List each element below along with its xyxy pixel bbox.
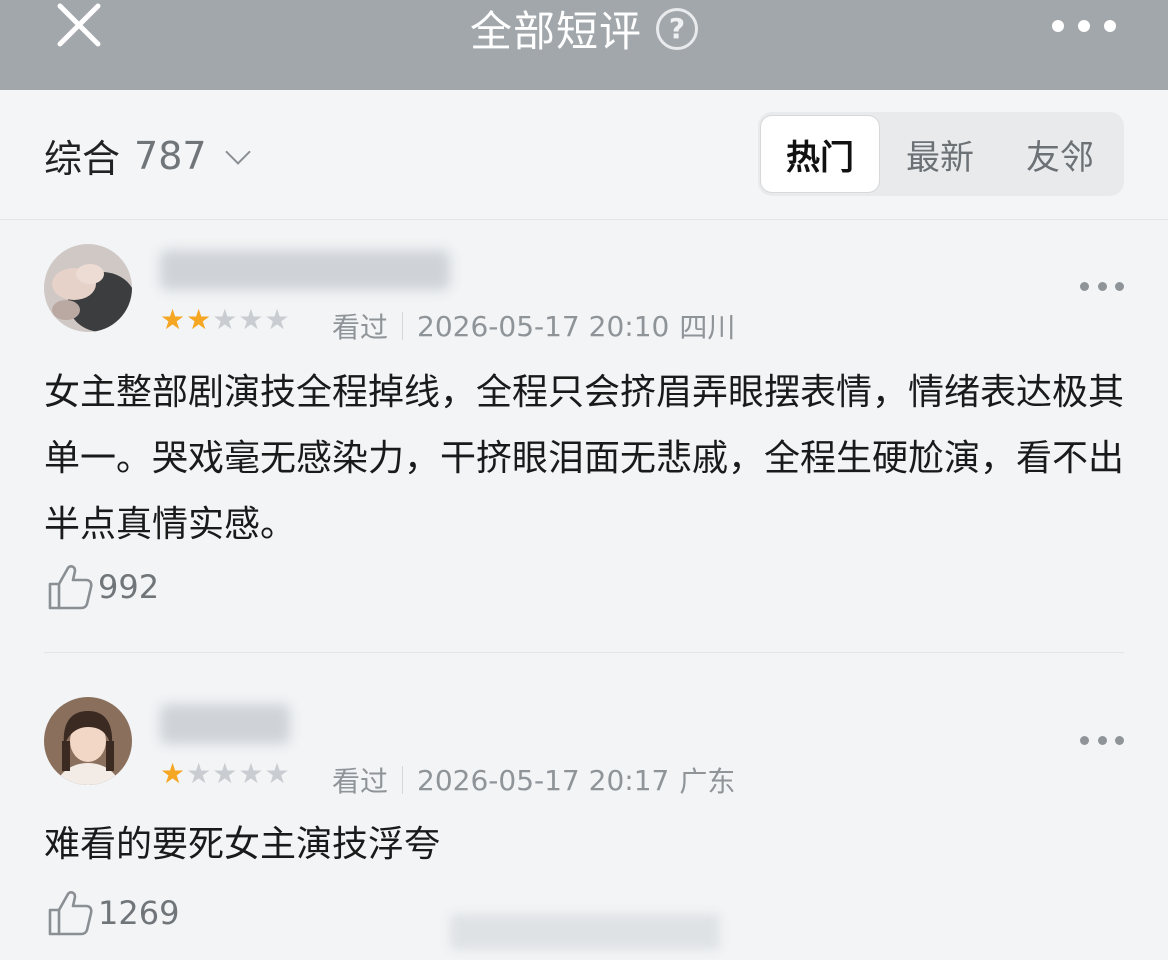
title-group: 全部短评 ?: [0, 0, 1168, 56]
review-location: 四川: [679, 311, 736, 344]
thumbs-up-icon: [48, 565, 93, 610]
more-dot: [1097, 735, 1107, 745]
star-icon: ★: [160, 303, 186, 336]
top-bar: 全部短评 ?: [0, 0, 1168, 90]
star-icon: ★: [264, 757, 290, 790]
like-button[interactable]: 992: [46, 562, 159, 612]
divider: [402, 312, 404, 340]
rating-stars: ★ ★ ★ ★ ★: [160, 306, 290, 334]
like-count: 992: [98, 568, 160, 606]
star-icon: ★: [186, 303, 212, 336]
more-dot: [1104, 20, 1116, 32]
star-icon: ★: [212, 303, 238, 336]
avatar[interactable]: [44, 244, 132, 332]
page-title: 全部短评: [469, 6, 642, 56]
star-icon: ★: [238, 303, 264, 336]
review-more-icon[interactable]: [1080, 280, 1124, 292]
avatar[interactable]: [44, 697, 132, 785]
sort-dropdown[interactable]: 综合 787: [44, 128, 251, 183]
more-dot: [1080, 281, 1089, 291]
review-datetime: 2026-05-17 20:10: [417, 309, 670, 343]
star-icon: ★: [238, 757, 264, 790]
chevron-down-icon: [224, 138, 251, 165]
review-meta: 看过 2026-05-17 20:10 四川: [332, 306, 735, 346]
like-button[interactable]: 1269: [46, 888, 179, 938]
help-icon[interactable]: ?: [656, 8, 698, 50]
star-icon: ★: [160, 757, 186, 790]
rating-stars: ★ ★ ★ ★ ★: [160, 760, 290, 788]
review-content: 难看的要死女主演技浮夸: [44, 824, 441, 865]
more-dot: [1097, 281, 1107, 291]
more-dot: [1115, 281, 1124, 291]
review-meta: 看过 2026-05-17 20:17 广东: [332, 760, 735, 800]
tab-friends[interactable]: 友邻: [1000, 115, 1120, 193]
sort-tabs: 热门 最新 友邻: [758, 112, 1124, 196]
filter-bar: 综合 787 热门 最新 友邻: [0, 90, 1168, 220]
more-dot: [1115, 735, 1124, 745]
review-location: 广东: [679, 765, 736, 798]
tab-hot[interactable]: 热门: [760, 115, 880, 193]
watch-status: 看过: [332, 311, 389, 344]
review-datetime: 2026-05-17 20:17: [417, 763, 670, 797]
thumbs-up-icon: [48, 891, 93, 936]
like-count: 1269: [98, 894, 180, 932]
more-dot: [1080, 735, 1089, 745]
more-dot: [1052, 20, 1064, 32]
more-icon[interactable]: [1052, 14, 1116, 38]
divider: [44, 652, 1124, 653]
watermark-blurred: [450, 914, 720, 950]
sort-label: 综合: [44, 137, 121, 181]
review-content: 女主整部剧演技全程掉线，全程只会挤眉弄眼摆表情，情绪表达极其单一。哭戏毫无感染力…: [44, 372, 1125, 545]
star-icon: ★: [212, 757, 238, 790]
star-icon: ★: [186, 757, 212, 790]
divider: [402, 766, 404, 794]
watch-status: 看过: [332, 765, 389, 798]
username-blurred: [160, 250, 450, 290]
review-more-icon[interactable]: [1080, 734, 1124, 746]
star-icon: ★: [264, 303, 290, 336]
username-blurred: [160, 704, 290, 744]
tab-latest[interactable]: 最新: [880, 115, 1000, 193]
review-count: 787: [134, 133, 207, 178]
more-dot: [1078, 20, 1090, 32]
